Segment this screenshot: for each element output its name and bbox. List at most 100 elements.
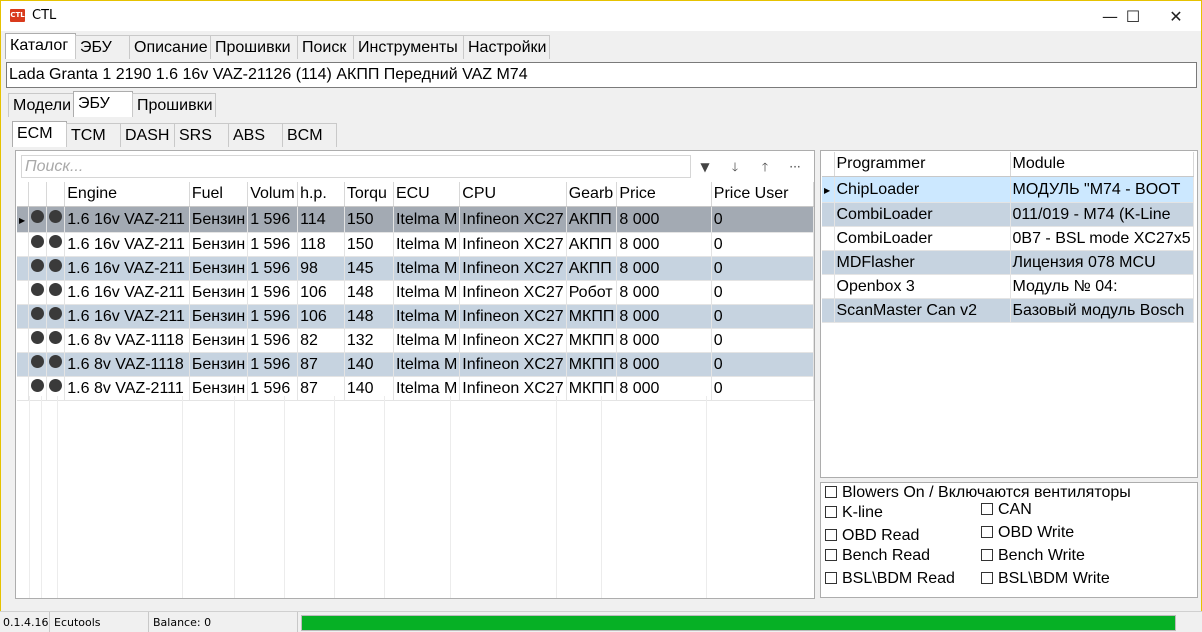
column-header-price[interactable]: Price xyxy=(616,182,712,207)
cell-cpu[interactable]: Infineon XC27 xyxy=(459,280,567,305)
table-row[interactable]: 1.6 8v VAZ-1118 Бензин 1 596 82 132 Itel… xyxy=(17,328,815,353)
column-header-ecu[interactable]: ECU xyxy=(393,182,461,207)
cell-cpu[interactable]: Infineon XC27 xyxy=(459,206,567,233)
cell-price-user[interactable]: 0 xyxy=(711,232,815,257)
checkbox-box[interactable] xyxy=(825,506,837,518)
cell-torque[interactable]: 148 xyxy=(344,304,394,329)
tab-dash[interactable]: DASH xyxy=(120,123,175,147)
more-icon[interactable]: ··· xyxy=(784,156,806,178)
cell-ecu[interactable]: Itelma M xyxy=(393,256,461,281)
cell-gearbox[interactable]: АКПП xyxy=(566,206,618,233)
cell-ecu[interactable]: Itelma M xyxy=(393,206,461,233)
table-row[interactable]: Openbox 3 Модуль № 04: xyxy=(822,274,1194,299)
checkbox-box[interactable] xyxy=(981,526,993,538)
column-header-fuel[interactable]: Fuel xyxy=(189,182,249,207)
cell-torque[interactable]: 150 xyxy=(344,232,394,257)
cell-ecu[interactable]: Itelma M xyxy=(393,304,461,329)
table-row[interactable]: 1.6 16v VAZ-211 Бензин 1 596 98 145 Itel… xyxy=(17,256,815,281)
cell-price-user[interactable]: 0 xyxy=(711,328,815,353)
cell-gearbox[interactable]: АКПП xyxy=(566,256,618,281)
checkbox-box[interactable] xyxy=(981,503,993,515)
cell-volume[interactable]: 1 596 xyxy=(247,232,299,257)
cell-price[interactable]: 8 000 xyxy=(616,280,712,305)
cell-price-user[interactable]: 0 xyxy=(711,304,815,329)
tab-tcm[interactable]: TCM xyxy=(66,123,121,147)
cell-price[interactable]: 8 000 xyxy=(616,352,712,377)
cell-torque[interactable]: 140 xyxy=(344,376,394,401)
cell-torque[interactable]: 132 xyxy=(344,328,394,353)
cell-price-user[interactable]: 0 xyxy=(711,352,815,377)
cell-torque[interactable]: 140 xyxy=(344,352,394,377)
cell-fuel[interactable]: Бензин xyxy=(189,206,249,233)
cell-cpu[interactable]: Infineon XC27 xyxy=(459,304,567,329)
cell-programmer[interactable]: CombiLoader xyxy=(834,226,1011,251)
cell-price[interactable]: 8 000 xyxy=(616,256,712,281)
cell-price[interactable]: 8 000 xyxy=(616,232,712,257)
cell-engine[interactable]: 1.6 16v VAZ-211 xyxy=(64,232,190,257)
table-row[interactable]: 1.6 16v VAZ-211 Бензин 1 596 106 148 Ite… xyxy=(17,280,815,305)
column-header-hp[interactable]: h.p. xyxy=(297,182,345,207)
cell-module[interactable]: Базовый модуль Bosch xyxy=(1010,298,1194,323)
cell-ecu[interactable]: Itelma M xyxy=(393,280,461,305)
tab-ebu[interactable]: ЭБУ xyxy=(75,35,130,59)
cell-hp[interactable]: 114 xyxy=(297,206,345,233)
cell-price[interactable]: 8 000 xyxy=(616,206,712,233)
cell-fuel[interactable]: Бензин xyxy=(189,256,249,281)
cell-ecu[interactable]: Itelma M xyxy=(393,328,461,353)
sort-descending-icon[interactable]: 🡓 xyxy=(724,156,746,178)
cell-price[interactable]: 8 000 xyxy=(616,328,712,353)
cell-engine[interactable]: 1.6 8v VAZ-1118 xyxy=(64,352,190,377)
cell-volume[interactable]: 1 596 xyxy=(247,206,299,233)
tab-nastroiki[interactable]: Настройки xyxy=(463,35,550,59)
filter-icon[interactable]: ▼ xyxy=(694,156,716,178)
table-row[interactable]: MDFlasher Лицензия 078 MCU xyxy=(822,250,1194,275)
tab-abs[interactable]: ABS xyxy=(228,123,283,147)
cell-torque[interactable]: 148 xyxy=(344,280,394,305)
cell-programmer[interactable]: CombiLoader xyxy=(834,202,1011,227)
close-button[interactable]: ✕ xyxy=(1153,1,1199,31)
table-row[interactable]: 1.6 8v VAZ-1118 Бензин 1 596 87 140 Itel… xyxy=(17,352,815,377)
cell-ecu[interactable]: Itelma M xyxy=(393,232,461,257)
cell-torque[interactable]: 145 xyxy=(344,256,394,281)
kline-checkbox[interactable]: K-line xyxy=(825,504,883,522)
table-row[interactable]: 1.6 16v VAZ-211 Бензин 1 596 106 148 Ite… xyxy=(17,304,815,329)
cell-engine[interactable]: 1.6 16v VAZ-211 xyxy=(64,256,190,281)
cell-fuel[interactable]: Бензин xyxy=(189,376,249,401)
car-description-field[interactable]: Lada Granta 1 2190 1.6 16v VAZ-21126 (11… xyxy=(6,62,1197,88)
tab-srs[interactable]: SRS xyxy=(174,123,229,147)
cell-hp[interactable]: 98 xyxy=(297,256,345,281)
cell-price-user[interactable]: 0 xyxy=(711,256,815,281)
column-header-module[interactable]: Module xyxy=(1010,152,1194,177)
cell-price-user[interactable]: 0 xyxy=(711,376,815,401)
column-header-torque[interactable]: Torqu xyxy=(344,182,394,207)
cell-gearbox[interactable]: МКПП xyxy=(566,304,618,329)
cell-cpu[interactable]: Infineon XC27 xyxy=(459,256,567,281)
cell-engine[interactable]: 1.6 16v VAZ-211 xyxy=(64,206,190,233)
cell-cpu[interactable]: Infineon XC27 xyxy=(459,328,567,353)
cell-price-user[interactable]: 0 xyxy=(711,206,815,233)
cell-programmer[interactable]: ScanMaster Can v2 xyxy=(834,298,1011,323)
tab-ebu-sub[interactable]: ЭБУ xyxy=(73,91,133,117)
can-checkbox[interactable]: CAN xyxy=(981,501,1032,519)
column-header-programmer[interactable]: Programmer xyxy=(834,152,1011,177)
cell-fuel[interactable]: Бензин xyxy=(189,328,249,353)
cell-engine[interactable]: 1.6 8v VAZ-1118 xyxy=(64,328,190,353)
cell-cpu[interactable]: Infineon XC27 xyxy=(459,352,567,377)
sort-ascending-icon[interactable]: 🡑 xyxy=(754,156,776,178)
cell-volume[interactable]: 1 596 xyxy=(247,256,299,281)
cell-programmer[interactable]: Openbox 3 xyxy=(834,274,1011,299)
cell-gearbox[interactable]: МКПП xyxy=(566,352,618,377)
cell-fuel[interactable]: Бензин xyxy=(189,352,249,377)
column-header-engine[interactable]: Engine xyxy=(64,182,190,207)
table-row[interactable]: ▶ 1.6 16v VAZ-211 Бензин 1 596 114 150 I… xyxy=(17,206,815,233)
cell-torque[interactable]: 150 xyxy=(344,206,394,233)
cell-fuel[interactable]: Бензин xyxy=(189,280,249,305)
obd-write-checkbox[interactable]: OBD Write xyxy=(981,524,1074,542)
cell-cpu[interactable]: Infineon XC27 xyxy=(459,376,567,401)
cell-ecu[interactable]: Itelma M xyxy=(393,352,461,377)
cell-price[interactable]: 8 000 xyxy=(616,376,712,401)
cell-price-user[interactable]: 0 xyxy=(711,280,815,305)
column-header-cpu[interactable]: CPU xyxy=(459,182,567,207)
blowers-checkbox[interactable]: Blowers On / Включаются вентиляторы xyxy=(825,484,1131,502)
checkbox-box[interactable] xyxy=(981,549,993,561)
